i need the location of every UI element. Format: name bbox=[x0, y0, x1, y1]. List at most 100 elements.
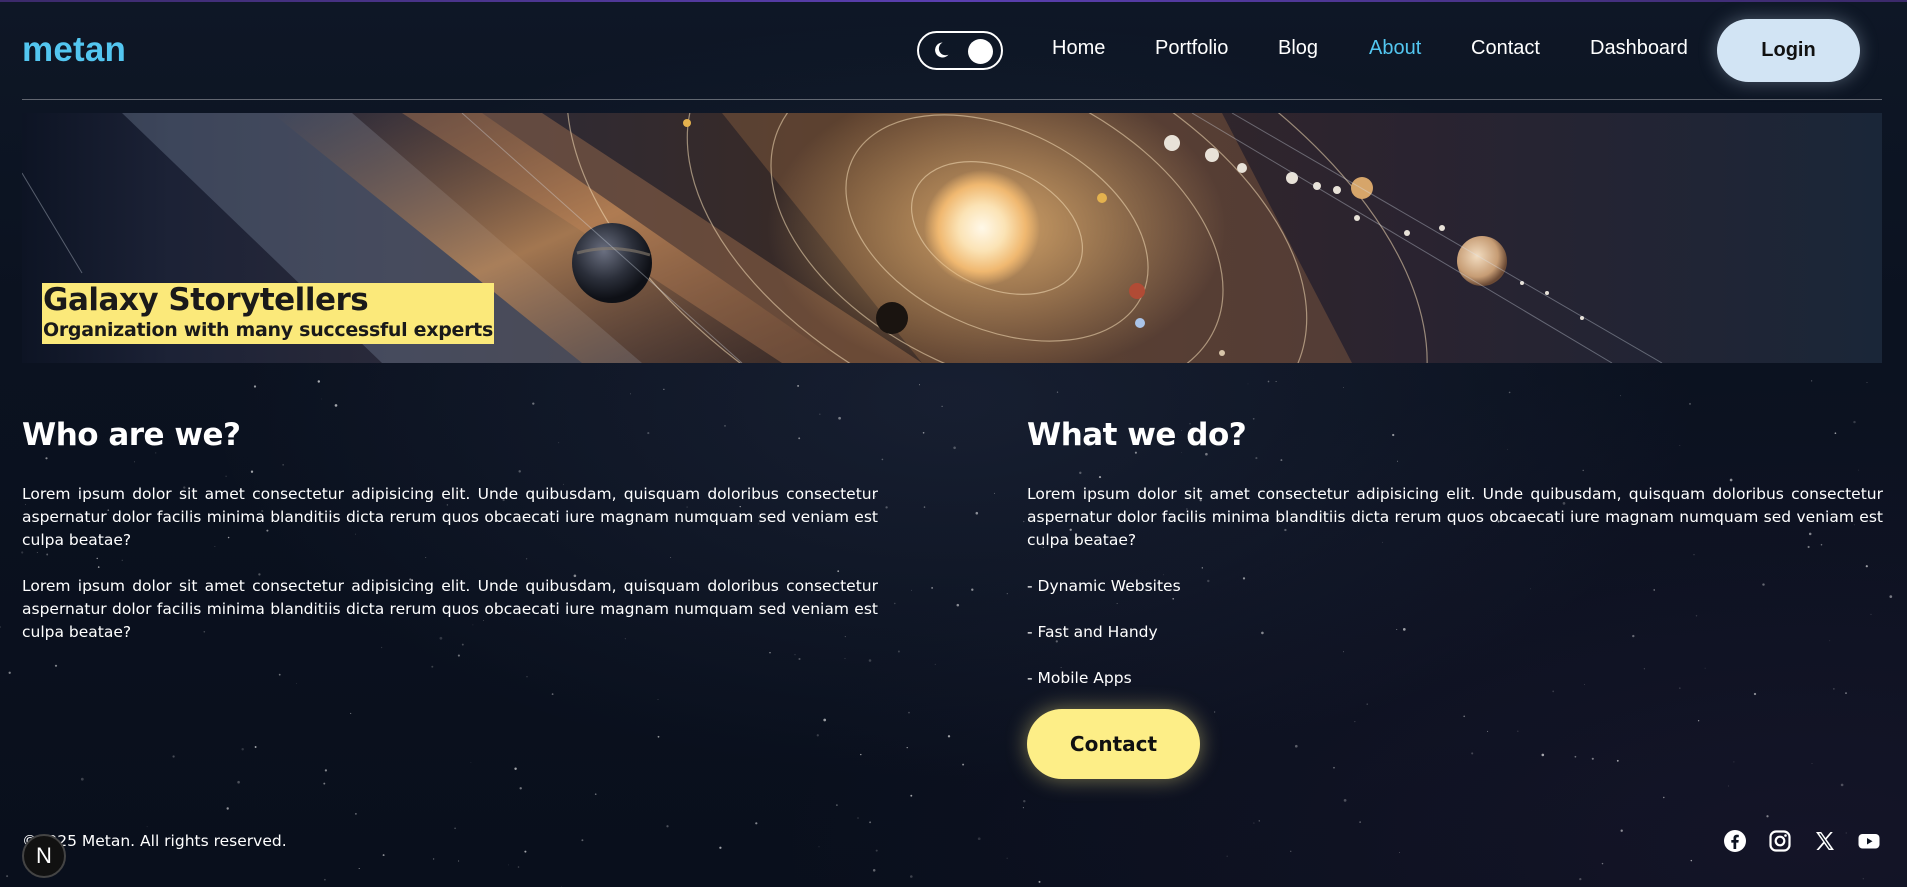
star bbox=[657, 735, 660, 738]
star bbox=[1023, 799, 1026, 803]
star bbox=[355, 813, 357, 815]
nav-about[interactable]: About bbox=[1369, 37, 1421, 60]
star bbox=[323, 782, 326, 785]
star bbox=[1267, 380, 1270, 383]
star bbox=[317, 380, 321, 383]
star bbox=[8, 671, 11, 674]
star bbox=[860, 753, 862, 756]
star bbox=[1579, 877, 1582, 881]
star bbox=[931, 587, 933, 589]
star bbox=[80, 777, 84, 781]
instagram-icon[interactable] bbox=[1768, 829, 1792, 853]
site-logo[interactable]: metan bbox=[22, 30, 126, 70]
star bbox=[993, 492, 995, 494]
star bbox=[508, 864, 509, 866]
star bbox=[1733, 761, 1735, 763]
who-paragraph-2: Lorem ipsum dolor sit amet consectetur a… bbox=[22, 577, 878, 641]
star bbox=[971, 588, 974, 591]
star bbox=[226, 807, 229, 810]
star bbox=[755, 822, 758, 825]
star bbox=[1359, 821, 1361, 823]
facebook-icon[interactable] bbox=[1723, 829, 1747, 853]
star bbox=[1226, 855, 1228, 857]
star bbox=[857, 817, 859, 819]
nav-portfolio[interactable]: Portfolio bbox=[1155, 37, 1228, 60]
who-paragraph-1: Lorem ipsum dolor sit amet consectetur a… bbox=[22, 485, 878, 549]
moon-icon bbox=[931, 40, 951, 64]
star bbox=[470, 762, 472, 763]
hero-banner: Galaxy Storytellers Organization with ma… bbox=[22, 113, 1882, 363]
star bbox=[146, 826, 148, 828]
star bbox=[295, 682, 297, 684]
star bbox=[1398, 852, 1400, 853]
star bbox=[1866, 382, 1868, 384]
star bbox=[1697, 720, 1700, 722]
star bbox=[911, 589, 912, 591]
star bbox=[524, 850, 527, 853]
star bbox=[1343, 799, 1347, 802]
login-button[interactable]: Login bbox=[1717, 19, 1860, 82]
star bbox=[823, 718, 827, 722]
banner-subtitle: Organization with many successful expert… bbox=[43, 319, 493, 341]
star bbox=[1591, 757, 1594, 760]
star bbox=[350, 712, 352, 714]
youtube-icon[interactable] bbox=[1857, 829, 1881, 853]
star bbox=[818, 846, 820, 848]
star bbox=[594, 793, 597, 796]
star bbox=[910, 794, 913, 797]
star bbox=[241, 748, 244, 751]
star bbox=[909, 875, 913, 878]
star bbox=[1663, 796, 1665, 799]
star bbox=[382, 854, 385, 857]
nav-contact[interactable]: Contact bbox=[1471, 37, 1540, 60]
star bbox=[1840, 783, 1844, 787]
theme-toggle[interactable] bbox=[917, 31, 1003, 70]
star bbox=[1022, 807, 1024, 809]
star bbox=[894, 602, 896, 605]
star bbox=[321, 398, 323, 400]
star bbox=[1333, 766, 1335, 769]
star bbox=[906, 747, 908, 749]
star bbox=[1889, 595, 1893, 598]
star bbox=[816, 734, 819, 737]
star bbox=[1541, 753, 1545, 757]
star bbox=[953, 446, 956, 450]
banner-title: Galaxy Storytellers bbox=[43, 282, 369, 318]
service-item-websites: - Dynamic Websites bbox=[1027, 577, 1181, 595]
what-heading: What we do? bbox=[1027, 417, 1247, 453]
what-paragraph: Lorem ipsum dolor sit amet consectetur a… bbox=[1027, 485, 1883, 549]
star bbox=[6, 875, 9, 878]
star bbox=[657, 699, 659, 700]
star bbox=[977, 837, 981, 841]
star bbox=[324, 878, 326, 881]
star bbox=[1056, 391, 1059, 393]
star bbox=[1862, 878, 1864, 880]
nextjs-dev-badge[interactable]: N bbox=[22, 834, 66, 878]
star bbox=[941, 405, 943, 408]
star bbox=[872, 869, 876, 872]
nav-home[interactable]: Home bbox=[1052, 37, 1105, 60]
star bbox=[1810, 380, 1813, 382]
star bbox=[1038, 880, 1041, 883]
star bbox=[1688, 402, 1692, 405]
star bbox=[922, 431, 925, 434]
nav-dashboard[interactable]: Dashboard bbox=[1590, 37, 1688, 60]
toggle-knob bbox=[968, 39, 993, 64]
star bbox=[666, 825, 669, 828]
star bbox=[934, 663, 936, 665]
star bbox=[0, 626, 2, 628]
who-section: Who are we? Lorem ipsum dolor sit amet c… bbox=[22, 415, 878, 667]
star bbox=[1006, 593, 1008, 595]
star bbox=[1354, 721, 1356, 723]
nav-blog[interactable]: Blog bbox=[1278, 37, 1318, 60]
star bbox=[869, 821, 872, 824]
star bbox=[1508, 391, 1511, 394]
x-icon[interactable] bbox=[1813, 829, 1837, 853]
star bbox=[836, 804, 838, 806]
star bbox=[1247, 383, 1249, 385]
star bbox=[885, 506, 888, 509]
star bbox=[334, 404, 338, 407]
star bbox=[237, 780, 240, 784]
contact-button[interactable]: Contact bbox=[1027, 709, 1200, 779]
star bbox=[581, 839, 584, 842]
